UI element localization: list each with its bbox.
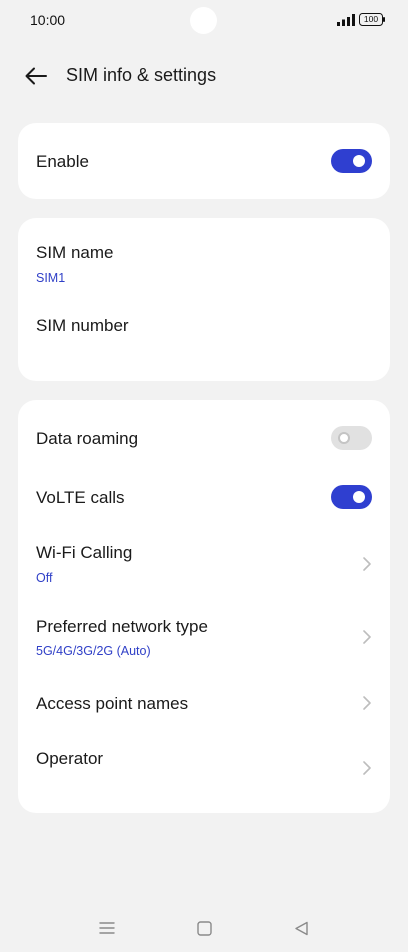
sim-number-label: SIM number [36,316,129,335]
wifi-calling-row[interactable]: Wi-Fi Calling Off [18,526,390,598]
sim-name-value: SIM1 [36,271,66,285]
back-button[interactable] [20,60,52,92]
header: SIM info & settings [0,52,408,100]
sim-card: SIM name SIM1 SIM number [18,218,390,381]
volte-row[interactable]: VoLTE calls [18,476,390,526]
chevron-right-icon [363,557,371,571]
data-roaming-row[interactable]: Data roaming [18,400,390,476]
home-button[interactable] [190,916,218,940]
status-bar: 10:00 100 [0,0,408,40]
page-title: SIM info & settings [66,65,217,85]
recent-apps-button[interactable] [93,916,121,940]
volte-toggle[interactable] [331,485,372,509]
operator-label: Operator [36,749,104,768]
settings-card: Data roaming VoLTE calls Wi-Fi Calling O… [18,400,390,813]
nav-back-button[interactable] [287,916,315,940]
preferred-network-row[interactable]: Preferred network type 5G/4G/3G/2G (Auto… [18,598,390,674]
enable-row[interactable]: Enable [18,123,390,199]
enable-label: Enable [36,152,89,171]
enable-toggle[interactable] [331,149,372,173]
back-arrow-icon [25,67,47,85]
sim-name-label: SIM name [36,243,114,262]
apn-row[interactable]: Access point names [18,674,390,730]
camera-cutout [190,7,217,34]
status-time: 10:00 [30,12,66,28]
chevron-right-icon [363,696,371,710]
chevron-right-icon [363,761,371,775]
wifi-calling-label: Wi-Fi Calling [36,543,133,562]
data-roaming-label: Data roaming [36,429,139,448]
back-icon [294,921,308,935]
toggle-knob [353,491,365,503]
sim-name-row[interactable]: SIM name SIM1 [18,218,390,300]
volte-label: VoLTE calls [36,488,125,507]
toggle-knob [353,155,365,167]
chevron-right-icon [363,630,371,644]
preferred-network-value: 5G/4G/3G/2G (Auto) [36,644,151,658]
sim-number-row[interactable]: SIM number [18,300,390,360]
apn-label: Access point names [36,694,189,713]
home-icon [196,920,212,936]
battery-icon: 100 [359,13,385,26]
operator-row[interactable]: Operator [18,730,390,800]
preferred-network-label: Preferred network type [36,617,208,636]
wifi-calling-value: Off [36,571,53,585]
signal-icon [337,14,355,26]
enable-card: Enable [18,123,390,199]
toggle-knob [338,432,350,444]
menu-icon [99,922,115,934]
battery-level: 100 [363,14,379,24]
data-roaming-toggle[interactable] [331,426,372,450]
navigation-bar [0,904,408,952]
